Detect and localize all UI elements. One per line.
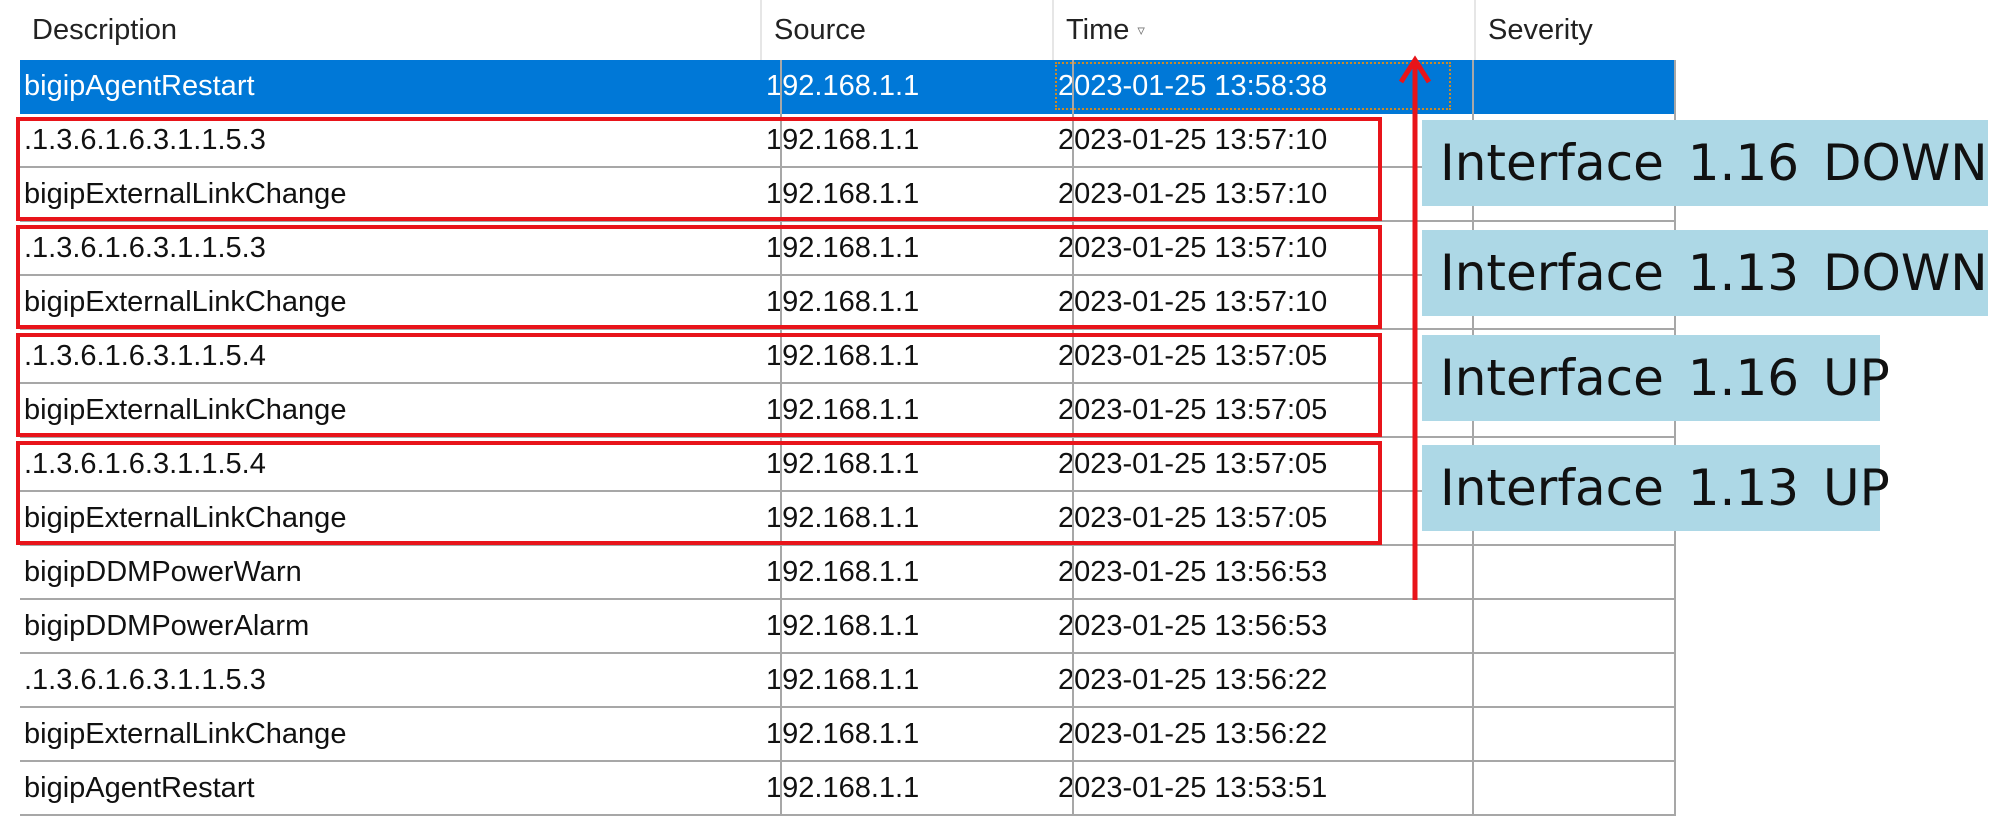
cell-source: 192.168.1.1 <box>766 718 920 750</box>
cell-time: 2023-01-25 13:57:10 <box>1058 286 1328 318</box>
cell-source: 192.168.1.1 <box>766 124 920 156</box>
cell-source: 192.168.1.1 <box>766 772 920 804</box>
cell-time: 2023-01-25 13:57:05 <box>1058 502 1328 534</box>
cell-time: 2023-01-25 13:57:10 <box>1058 124 1328 156</box>
column-header-description[interactable]: Description <box>20 0 762 60</box>
cell-source: 192.168.1.1 <box>766 394 920 426</box>
column-header-severity[interactable]: Severity <box>1474 0 1676 60</box>
cell-description: .1.3.6.1.6.3.1.1.5.3 <box>24 124 266 156</box>
cell-description: bigipAgentRestart <box>24 70 255 102</box>
column-header-label: Time <box>1066 14 1130 46</box>
cell-time: 2023-01-25 13:57:10 <box>1058 178 1328 210</box>
cell-source: 192.168.1.1 <box>766 70 920 102</box>
cell-description: bigipDDMPowerAlarm <box>24 610 310 642</box>
cell-source: 192.168.1.1 <box>766 340 920 372</box>
cell-time: 2023-01-25 13:58:38 <box>1058 70 1328 102</box>
cell-severity <box>1476 546 1676 598</box>
cell-source: 192.168.1.1 <box>766 502 920 534</box>
cell-description: .1.3.6.1.6.3.1.1.5.4 <box>24 448 266 480</box>
annotation-interface-1-13-up: Interface 1.13 UP <box>1422 445 1890 531</box>
column-divider <box>780 60 782 816</box>
cell-time: 2023-01-25 13:56:53 <box>1058 610 1328 642</box>
cell-source: 192.168.1.1 <box>766 556 920 588</box>
cell-description: bigipDDMPowerWarn <box>24 556 302 588</box>
table-row[interactable]: bigipDDMPowerWarn 192.168.1.1 2023-01-25 1… <box>20 546 1676 600</box>
cell-source: 192.168.1.1 <box>766 448 920 480</box>
cell-description: .1.3.6.1.6.3.1.1.5.4 <box>24 340 266 372</box>
cell-description: bigipExternalLinkChange <box>24 394 347 426</box>
cell-description: bigipExternalLinkChange <box>24 286 347 318</box>
column-header-source[interactable]: Source <box>760 0 1054 60</box>
table-row[interactable]: bigipExternalLinkChange 192.168.1.1 2023-0… <box>20 708 1676 762</box>
cell-severity <box>1476 708 1676 760</box>
table-row[interactable]: .1.3.6.1.6.3.1.1.5.3 192.168.1.1 2023-01-2… <box>20 654 1676 708</box>
cell-time: 2023-01-25 13:53:51 <box>1058 772 1328 804</box>
cell-time: 2023-01-25 13:56:53 <box>1058 556 1328 588</box>
table-row-selected[interactable]: bigipAgentRestart 192.168.1.1 2023-01-25 1… <box>20 60 1676 114</box>
annotation-interface-1-16-down: Interface 1.16 DOWN <box>1422 120 1988 206</box>
cell-description: bigipAgentRestart <box>24 772 255 804</box>
cell-source: 192.168.1.1 <box>766 610 920 642</box>
annotation-interface-1-16-up: Interface 1.16 UP <box>1422 335 1890 421</box>
cell-time: 2023-01-25 13:56:22 <box>1058 718 1328 750</box>
table-header: Description Source Time ▿ Severity <box>20 0 1676 60</box>
cell-description: bigipExternalLinkChange <box>24 178 347 210</box>
cell-description: .1.3.6.1.6.3.1.1.5.3 <box>24 664 266 696</box>
cell-description: bigipExternalLinkChange <box>24 502 347 534</box>
sort-descending-icon: ▿ <box>1137 22 1145 40</box>
cell-severity <box>1476 654 1676 706</box>
column-header-label: Description <box>32 14 178 46</box>
cell-description: .1.3.6.1.6.3.1.1.5.3 <box>24 232 266 264</box>
cell-severity <box>1476 60 1676 112</box>
table-row[interactable]: bigipAgentRestart 192.168.1.1 2023-01-25 1… <box>20 762 1676 816</box>
cell-source: 192.168.1.1 <box>766 664 920 696</box>
cell-time: 2023-01-25 13:57:05 <box>1058 394 1328 426</box>
column-divider <box>1072 60 1074 816</box>
column-header-label: Severity <box>1488 14 1593 46</box>
cell-description: bigipExternalLinkChange <box>24 718 347 750</box>
cell-time: 2023-01-25 13:56:22 <box>1058 664 1328 696</box>
table-row[interactable]: bigipDDMPowerAlarm 192.168.1.1 2023-01-25 … <box>20 600 1676 654</box>
cell-source: 192.168.1.1 <box>766 178 920 210</box>
cell-severity <box>1476 762 1676 814</box>
cell-severity <box>1476 600 1676 652</box>
column-header-time[interactable]: Time ▿ <box>1052 0 1476 60</box>
cell-time: 2023-01-25 13:57:10 <box>1058 232 1328 264</box>
cell-source: 192.168.1.1 <box>766 232 920 264</box>
cell-time: 2023-01-25 13:57:05 <box>1058 340 1328 372</box>
annotation-interface-1-13-down: Interface 1.13 DOWN <box>1422 230 1988 316</box>
cell-time: 2023-01-25 13:57:05 <box>1058 448 1328 480</box>
cell-source: 192.168.1.1 <box>766 286 920 318</box>
column-header-label: Source <box>774 14 866 46</box>
